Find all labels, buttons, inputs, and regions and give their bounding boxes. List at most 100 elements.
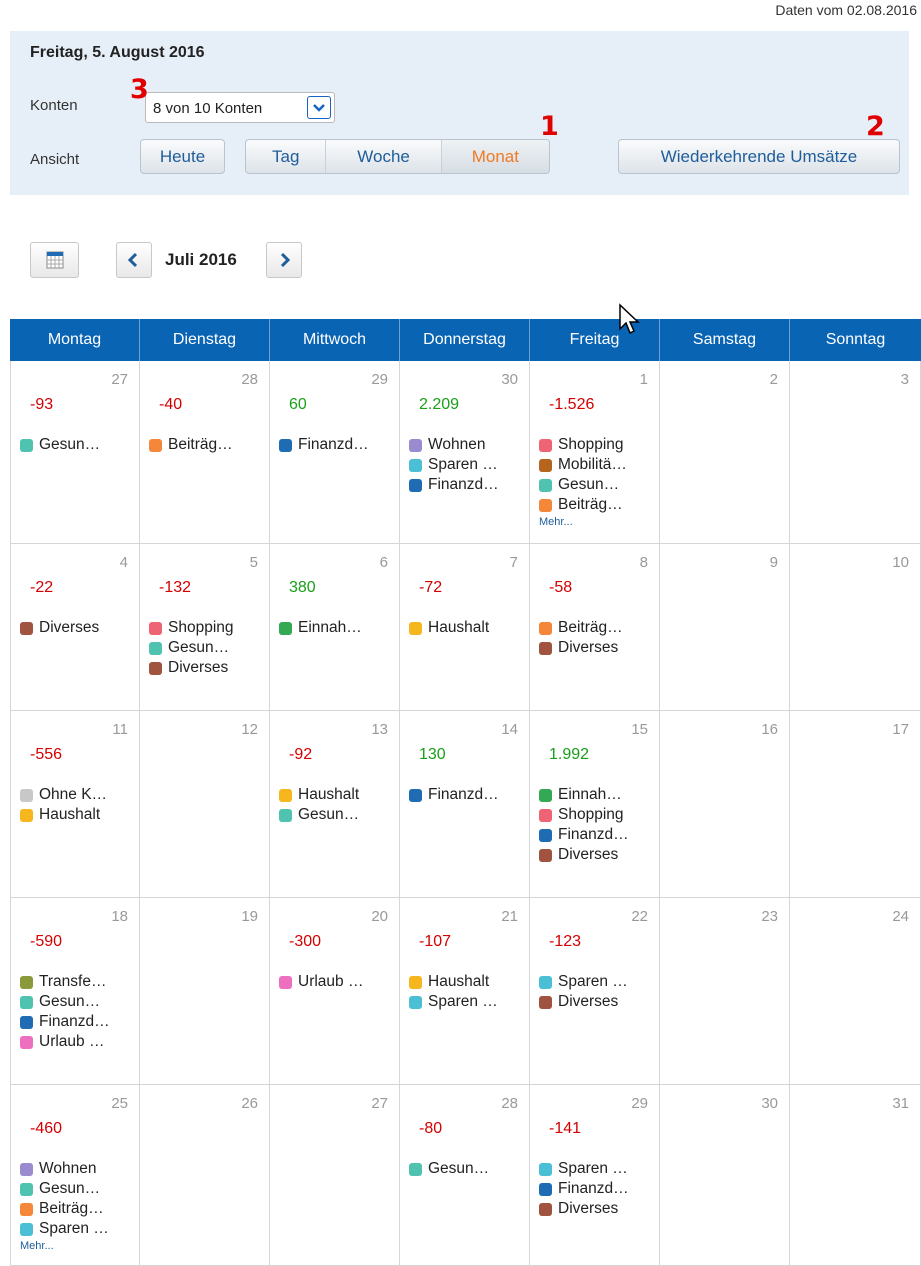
category-item[interactable]: Shopping bbox=[539, 805, 629, 825]
next-month-button[interactable] bbox=[266, 242, 302, 278]
calendar-day-cell[interactable]: 28 -40 Beiträg… bbox=[140, 361, 270, 543]
calendar-day-cell[interactable]: 16 bbox=[660, 711, 790, 897]
category-item[interactable]: Diverses bbox=[20, 618, 99, 638]
calendar-day-cell[interactable]: 4 -22 Diverses bbox=[10, 544, 140, 710]
calendar-day-cell[interactable]: 18 -590 Transfe… Gesun… Finanzd… Urlaub … bbox=[10, 898, 140, 1084]
view-tab-month[interactable]: Monat bbox=[441, 140, 549, 173]
category-item[interactable]: Haushalt bbox=[409, 618, 489, 638]
more-link[interactable]: Mehr... bbox=[20, 1240, 109, 1252]
calendar-day-cell[interactable]: 28 -80 Gesun… bbox=[400, 1085, 530, 1265]
calendar-day-cell[interactable]: 24 bbox=[790, 898, 921, 1084]
calendar-day-cell[interactable]: 10 bbox=[790, 544, 921, 710]
category-item[interactable]: Sparen … bbox=[20, 1219, 109, 1239]
calendar-day-cell[interactable]: 27 bbox=[270, 1085, 400, 1265]
category-item[interactable]: Gesun… bbox=[20, 992, 110, 1012]
calendar-day-cell[interactable]: 8 -58 Beiträg… Diverses bbox=[530, 544, 660, 710]
calendar-day-cell[interactable]: 19 bbox=[140, 898, 270, 1084]
calendar-picker-button[interactable] bbox=[30, 242, 79, 278]
calendar-day-cell[interactable]: 30 bbox=[660, 1085, 790, 1265]
calendar-day-cell[interactable]: 1 -1.526 Shopping Mobilitä… Gesun… Beiträg… Me… bbox=[530, 361, 660, 543]
calendar-day-cell[interactable]: 13 -92 Haushalt Gesun… bbox=[270, 711, 400, 897]
category-item[interactable]: Transfe… bbox=[20, 972, 110, 992]
category-item[interactable]: Shopping bbox=[539, 435, 627, 455]
day-amount: -80 bbox=[419, 1120, 443, 1137]
category-item[interactable]: Gesun… bbox=[20, 1179, 109, 1199]
calendar-day-cell[interactable]: 3 bbox=[790, 361, 921, 543]
category-item[interactable]: Beiträg… bbox=[539, 495, 627, 515]
category-item[interactable]: Mobilitä… bbox=[539, 455, 627, 475]
calendar-day-cell[interactable]: 29 60 Finanzd… bbox=[270, 361, 400, 543]
category-item[interactable]: Diverses bbox=[539, 992, 628, 1012]
heute-button[interactable]: Heute bbox=[140, 139, 225, 174]
calendar-day-cell[interactable]: 15 1.992 Einnah… Shopping Finanzd… Diverses bbox=[530, 711, 660, 897]
recurring-transactions-button[interactable]: Wiederkehrende Umsätze bbox=[618, 139, 900, 174]
day-amount: -556 bbox=[30, 746, 63, 763]
calendar-day-cell[interactable]: 9 bbox=[660, 544, 790, 710]
calendar-day-cell[interactable]: 22 -123 Sparen … Diverses bbox=[530, 898, 660, 1084]
category-item[interactable]: Gesun… bbox=[20, 435, 100, 455]
prev-month-button[interactable] bbox=[116, 242, 152, 278]
calendar-day-cell[interactable]: 7 -72 Haushalt bbox=[400, 544, 530, 710]
category-item[interactable]: Ohne K… bbox=[20, 785, 107, 805]
calendar-day-cell[interactable]: 30 2.209 Wohnen Sparen … Finanzd… bbox=[400, 361, 530, 543]
calendar-day-cell[interactable]: 12 bbox=[140, 711, 270, 897]
category-color-icon bbox=[539, 1202, 552, 1216]
category-item[interactable]: Urlaub … bbox=[279, 972, 363, 992]
calendar-day-cell[interactable]: 25 -460 Wohnen Gesun… Beiträg… Sparen … Mehr..… bbox=[10, 1085, 140, 1265]
category-item[interactable]: Sparen … bbox=[539, 1159, 629, 1179]
calendar-day-cell[interactable]: 21 -107 Haushalt Sparen … bbox=[400, 898, 530, 1084]
calendar-day-cell[interactable]: 11 -556 Ohne K… Haushalt bbox=[10, 711, 140, 897]
category-item[interactable]: Gesun… bbox=[149, 638, 234, 658]
ansicht-label: Ansicht bbox=[30, 151, 80, 168]
category-item[interactable]: Finanzd… bbox=[539, 825, 629, 845]
category-item[interactable]: Haushalt bbox=[20, 805, 107, 825]
category-item[interactable]: Wohnen bbox=[20, 1159, 109, 1179]
data-date-label: Daten vom 02.08.2016 bbox=[775, 2, 917, 18]
calendar-day-cell[interactable]: 26 bbox=[140, 1085, 270, 1265]
category-item[interactable]: Beiträg… bbox=[20, 1199, 109, 1219]
calendar-day-cell[interactable]: 27 -93 Gesun… bbox=[10, 361, 140, 543]
category-item[interactable]: Diverses bbox=[539, 845, 629, 865]
category-item[interactable]: Haushalt bbox=[279, 785, 359, 805]
category-item[interactable]: Beiträg… bbox=[149, 435, 233, 455]
category-item[interactable]: Shopping bbox=[149, 618, 234, 638]
category-item[interactable]: Finanzd… bbox=[20, 1012, 110, 1032]
category-color-icon bbox=[409, 1162, 422, 1176]
category-item[interactable]: Sparen … bbox=[539, 972, 628, 992]
calendar-day-cell[interactable]: 31 bbox=[790, 1085, 921, 1265]
calendar-day-cell[interactable]: 2 bbox=[660, 361, 790, 543]
calendar-day-cell[interactable]: 23 bbox=[660, 898, 790, 1084]
category-item[interactable]: Sparen … bbox=[409, 455, 499, 475]
category-item[interactable]: Finanzd… bbox=[279, 435, 369, 455]
category-item[interactable]: Sparen … bbox=[409, 992, 498, 1012]
category-item[interactable]: Finanzd… bbox=[409, 785, 499, 805]
calendar-day-cell[interactable]: 6 380 Einnah… bbox=[270, 544, 400, 710]
calendar-day-cell[interactable]: 14 130 Finanzd… bbox=[400, 711, 530, 897]
category-item[interactable]: Gesun… bbox=[279, 805, 359, 825]
category-item[interactable]: Gesun… bbox=[409, 1159, 489, 1179]
day-amount: -460 bbox=[30, 1120, 63, 1137]
more-link[interactable]: Mehr... bbox=[539, 516, 627, 528]
calendar-day-cell[interactable]: 5 -132 Shopping Gesun… Diverses bbox=[140, 544, 270, 710]
category-item[interactable]: Finanzd… bbox=[409, 475, 499, 495]
category-item[interactable]: Einnah… bbox=[539, 785, 629, 805]
view-tab-day[interactable]: Tag bbox=[246, 140, 327, 173]
category-item[interactable]: Einnah… bbox=[279, 618, 362, 638]
category-item[interactable]: Finanzd… bbox=[539, 1179, 629, 1199]
category-item[interactable]: Haushalt bbox=[409, 972, 498, 992]
category-item[interactable]: Beiträg… bbox=[539, 618, 623, 638]
calendar-day-cell[interactable]: 17 bbox=[790, 711, 921, 897]
category-item[interactable]: Diverses bbox=[539, 638, 623, 658]
calendar-day-cell[interactable]: 20 -300 Urlaub … bbox=[270, 898, 400, 1084]
konten-select[interactable]: 8 von 10 Konten bbox=[145, 92, 335, 123]
chevron-down-icon[interactable] bbox=[307, 96, 331, 119]
category-color-icon bbox=[279, 621, 292, 635]
category-item[interactable]: Wohnen bbox=[409, 435, 499, 455]
category-item[interactable]: Diverses bbox=[149, 658, 234, 678]
view-tab-week[interactable]: Woche bbox=[326, 140, 442, 173]
calendar-day-cell[interactable]: 29 -141 Sparen … Finanzd… Diverses bbox=[530, 1085, 660, 1265]
category-color-icon bbox=[539, 458, 552, 472]
category-item[interactable]: Diverses bbox=[539, 1199, 629, 1219]
category-item[interactable]: Urlaub … bbox=[20, 1032, 110, 1052]
category-item[interactable]: Gesun… bbox=[539, 475, 627, 495]
